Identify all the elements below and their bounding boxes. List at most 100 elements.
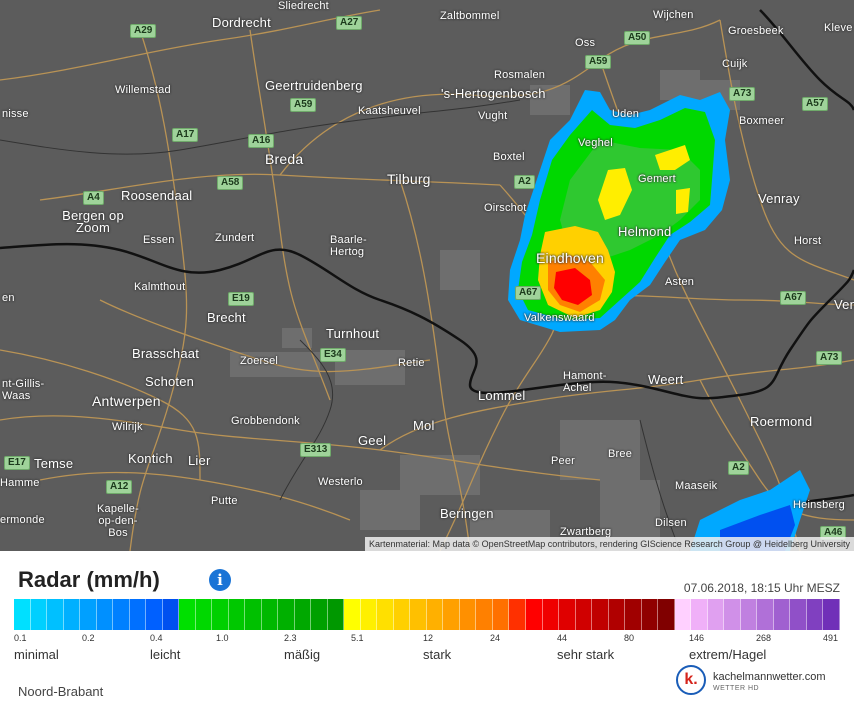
city-label: Kontich	[128, 451, 173, 466]
color-scale-cell	[294, 599, 312, 630]
city-label: Sliedrecht	[278, 0, 329, 12]
city-label: Geertruidenberg	[265, 78, 363, 93]
city-label: Tilburg	[387, 171, 431, 187]
radar-map[interactable]: Sliedrecht Dordrecht Zaltbommel Wijchen …	[0, 0, 854, 551]
city-label: 's-Hertogenbosch	[441, 86, 546, 101]
city-label: Mol	[413, 418, 435, 433]
map-attribution[interactable]: Kartenmaterial: Map data © OpenStreetMap…	[365, 537, 854, 551]
color-scale-cell	[773, 599, 791, 630]
city-label: Geel	[358, 433, 387, 448]
color-scale-cell	[377, 599, 394, 630]
color-scale-cell	[311, 599, 328, 630]
city-label: Turnhout	[326, 326, 380, 341]
color-scale-cell	[113, 599, 130, 630]
road-shield: A59	[290, 98, 317, 112]
city-label: Brecht	[207, 310, 246, 325]
color-scale-cell	[625, 599, 642, 630]
color-scale-cell	[823, 599, 840, 630]
color-scale-cell	[459, 599, 477, 630]
color-scale-cell	[790, 599, 807, 630]
kachelmann-logo-icon: k.	[676, 665, 706, 695]
color-scale-cell	[592, 599, 609, 630]
category-label: extrem/Hagel	[689, 647, 767, 662]
city-label: Hamme	[0, 477, 40, 489]
city-label: Zoersel	[240, 355, 279, 367]
city-label: Westerlo	[318, 476, 363, 488]
info-icon[interactable]: i	[209, 569, 231, 591]
legend-title: Radar (mm/h)	[18, 567, 160, 592]
city-label: Brasschaat	[132, 346, 200, 361]
brand-subtitle: WETTER HD	[713, 685, 760, 692]
color-scale-bar	[14, 599, 840, 630]
city-label: Temse	[34, 456, 74, 471]
city-label: Rosmalen	[494, 69, 546, 81]
city-label: Oss	[575, 37, 596, 49]
scale-tick: 5.1	[351, 633, 364, 643]
color-scale-cell	[146, 599, 163, 630]
city-label: Dordrecht	[212, 15, 271, 30]
color-scale-cell	[707, 599, 725, 630]
city-label: Zaltbommel	[440, 10, 500, 22]
city-label: Essen	[143, 234, 175, 246]
color-scale-cell	[608, 599, 626, 630]
road-shield: A4	[83, 191, 104, 205]
color-scale-cell	[806, 599, 824, 630]
city-label: Asten	[665, 276, 695, 288]
city-label: Wilrijk	[112, 421, 143, 433]
city-label: Lier	[188, 453, 211, 468]
category-label: sehr stark	[557, 647, 615, 662]
city-label: Cuijk	[722, 58, 748, 70]
city-label: Gemert	[638, 173, 676, 185]
color-scale-cell	[724, 599, 741, 630]
color-scale-cell	[278, 599, 295, 630]
city-label: Willemstad	[115, 84, 171, 96]
city-label: Maaseik	[675, 480, 718, 492]
scale-tick: 24	[490, 633, 501, 643]
timestamp: 07.06.2018, 18:15 Uhr MESZ	[683, 581, 840, 595]
city-label: Hamont-Achel	[563, 370, 607, 394]
city-label: Valkenswaard	[524, 312, 595, 324]
scale-tick: 80	[624, 633, 635, 643]
color-scale-cell	[542, 599, 560, 630]
city-label: Schoten	[145, 374, 195, 389]
city-label: Beringen	[440, 506, 494, 521]
color-scale-cell	[344, 599, 361, 630]
road-shield: A2	[514, 175, 535, 189]
city-label: Kapelle-op-den-Bos	[97, 503, 139, 539]
road-shield: E19	[228, 292, 254, 306]
brand-name: kachelmannwetter.com	[713, 671, 826, 683]
city-label: Groesbeek	[728, 25, 784, 37]
city-label: Oirschot	[484, 202, 527, 214]
city-label: Baarle-Hertog	[330, 234, 367, 258]
region-name: Noord-Brabant	[18, 684, 104, 699]
color-scale-cell	[80, 599, 97, 630]
road-shield: A27	[336, 16, 363, 30]
category-label: leicht	[150, 647, 181, 662]
color-scale-cell	[63, 599, 81, 630]
color-scale-cell	[476, 599, 493, 630]
color-scale-cell	[426, 599, 444, 630]
color-scale-cell	[757, 599, 774, 630]
city-label: Bergen op Zoom	[62, 208, 124, 235]
color-scale-cell	[162, 599, 180, 630]
city-label: Kaatsheuvel	[358, 105, 421, 117]
color-scale-cell	[212, 599, 229, 630]
color-scale-cell	[691, 599, 708, 630]
color-scale-cell	[30, 599, 48, 630]
city-label: Boxtel	[493, 151, 525, 163]
city-label: Dilsen	[655, 517, 687, 529]
city-label: Lommel	[478, 388, 526, 403]
road-shield: A67	[780, 291, 807, 305]
city-label: Roosendaal	[121, 188, 193, 203]
color-scale-cell	[641, 599, 659, 630]
road-shield: E17	[4, 456, 30, 470]
color-scale-cell	[740, 599, 758, 630]
color-scale-cell	[575, 599, 593, 630]
brand-logo[interactable]: k. kachelmannwetter.com WETTER HD	[676, 665, 846, 699]
color-scale-cell	[261, 599, 279, 630]
city-label: Roermond	[750, 414, 813, 429]
city-label: nt-Gillis-Waas	[2, 378, 45, 402]
road-shield: A2	[728, 461, 749, 475]
city-label: Uden	[612, 108, 640, 120]
city-label: Grobbendonk	[231, 415, 300, 427]
